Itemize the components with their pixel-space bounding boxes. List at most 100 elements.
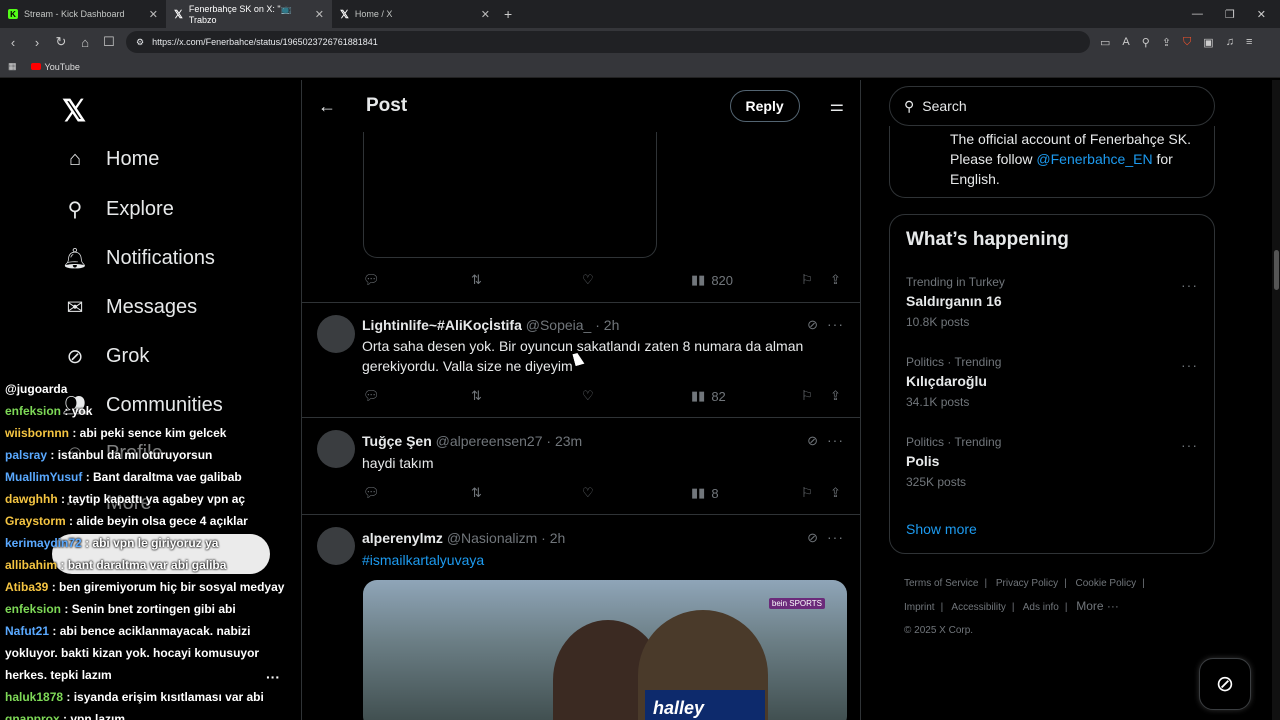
trend-item[interactable]: Politics · Trending Kılıçdaroğlu 34.1K p… — [906, 355, 1206, 409]
chat-username[interactable]: @jugoarda — [5, 382, 67, 396]
bio-link[interactable]: @Fenerbahce_EN — [1036, 151, 1152, 167]
more-icon[interactable]: ··· — [827, 316, 844, 332]
reload-icon[interactable]: ↻ — [54, 34, 68, 50]
repost-icon[interactable]: ⇅ — [471, 272, 482, 288]
menu-icon[interactable]: ≡ — [1246, 36, 1252, 49]
reply-icon[interactable]: 💬︎ — [363, 272, 380, 288]
chat-username[interactable]: Atiba39 — [5, 580, 48, 594]
forward-icon[interactable]: › — [30, 35, 44, 50]
url-field[interactable]: ⚙ https://x.com/Fenerbahce/status/196502… — [126, 31, 1090, 53]
minimize-icon[interactable]: — — [1192, 8, 1203, 21]
chat-username[interactable]: enfeksion — [5, 404, 61, 418]
reply-icon[interactable]: 💬︎ — [363, 485, 380, 501]
apps-grid-icon[interactable]: ▦ — [8, 61, 17, 72]
share-icon[interactable]: ⇪ — [830, 272, 841, 288]
chat-username[interactable]: dawghhh — [5, 492, 58, 506]
grok-icon[interactable]: ⊘ — [807, 317, 818, 333]
chat-username[interactable]: allibahim — [5, 558, 57, 572]
nav-messages[interactable]: ✉ Messages — [62, 295, 198, 320]
back-icon[interactable]: ‹ — [6, 35, 20, 50]
brave-shield-icon[interactable]: ⛉ — [1183, 36, 1191, 49]
chat-more-icon[interactable]: ··· — [266, 666, 280, 688]
repost-icon[interactable]: ⇅ — [471, 485, 482, 501]
chat-username[interactable]: haluk1878 — [5, 690, 63, 704]
nav-explore[interactable]: ⚲ Explore — [62, 197, 174, 222]
nav-home[interactable]: ⌂ Home — [62, 148, 159, 171]
like-icon[interactable]: ♡ — [582, 388, 594, 404]
footer-more[interactable]: More ··· — [1076, 599, 1119, 613]
bookmark-icon[interactable]: ⚐ — [801, 485, 813, 501]
views-stat[interactable]: ▮▮ 8 — [691, 485, 719, 501]
footer-link[interactable]: Ads info — [1023, 602, 1059, 613]
home-icon[interactable]: ⌂ — [78, 35, 92, 50]
back-arrow-icon[interactable]: ← — [318, 96, 336, 117]
avatar[interactable] — [317, 315, 355, 353]
trend-item[interactable]: Trending in Turkey Saldırganın 16 10.8K … — [906, 275, 1206, 329]
share-icon[interactable]: ⇪ — [830, 485, 841, 501]
chat-username[interactable]: palsray — [5, 448, 47, 462]
reply-icon[interactable]: 💬︎ — [363, 388, 380, 404]
nav-notifications[interactable]: 🔔︎ Notifications — [62, 246, 215, 271]
views-stat[interactable]: ▮▮ 820 — [691, 272, 733, 288]
close-icon[interactable]: ✕ — [315, 8, 324, 21]
share-icon[interactable]: ⇪ — [830, 388, 841, 404]
sidebar-icon[interactable]: ▣ — [1203, 36, 1213, 49]
chat-username[interactable]: MuallimYusuf — [5, 470, 82, 484]
chat-username[interactable]: kerimaydin72 — [5, 536, 82, 550]
nav-grok[interactable]: ⊘ Grok — [62, 344, 150, 369]
share-icon[interactable]: ⇪ — [1162, 36, 1171, 49]
grok-icon[interactable]: ⊘ — [807, 433, 818, 449]
close-icon[interactable]: ✕ — [149, 8, 158, 21]
scrollbar-thumb[interactable] — [1274, 250, 1279, 290]
translate-icon[interactable]: A — [1122, 36, 1129, 49]
grok-floating-button[interactable]: ⊘ — [1199, 658, 1251, 710]
x-logo-icon[interactable]: 𝕏 — [62, 94, 86, 129]
chat-username[interactable]: wiisbornnn — [5, 426, 69, 440]
show-more-link[interactable]: Show more — [906, 521, 977, 537]
close-window-icon[interactable]: ✕ — [1257, 8, 1266, 21]
more-icon[interactable]: ··· — [1181, 437, 1198, 453]
chat-username[interactable]: enfeksion — [5, 602, 61, 616]
new-tab-icon[interactable]: + — [504, 6, 512, 22]
bookmark-youtube[interactable]: YouTube — [30, 62, 80, 72]
zoom-icon[interactable]: ⚲ — [1142, 36, 1150, 49]
tab-kick-dashboard[interactable]: K Stream - Kick Dashboard ✕ — [0, 0, 166, 28]
more-icon[interactable]: ··· — [827, 432, 844, 448]
hashtag-link[interactable]: #ismailkartalyuvaya — [362, 550, 832, 570]
reply-button[interactable]: Reply — [729, 90, 800, 122]
like-icon[interactable]: ♡ — [582, 272, 594, 288]
close-icon[interactable]: ✕ — [481, 8, 490, 21]
search-input[interactable]: ⚲ Search — [889, 86, 1215, 126]
restore-icon[interactable]: ❐ — [1225, 8, 1235, 21]
post-media[interactable] — [363, 132, 657, 258]
bookmark-icon[interactable]: ⚐ — [801, 388, 813, 404]
more-icon[interactable]: ··· — [827, 529, 844, 545]
more-icon[interactable]: ··· — [1181, 277, 1198, 293]
tweet-video[interactable]: halley bein SPORTS — [363, 580, 847, 720]
repost-icon[interactable]: ⇅ — [471, 388, 482, 404]
footer-link[interactable]: Privacy Policy — [996, 578, 1058, 589]
views-stat[interactable]: ▮▮ 82 — [691, 388, 726, 404]
trend-item[interactable]: Politics · Trending Polis 325K posts ··· — [906, 435, 1206, 489]
chat-username[interactable]: Graystorm — [5, 514, 66, 528]
avatar[interactable] — [317, 527, 355, 565]
bookmark-icon[interactable]: ☐ — [102, 34, 116, 50]
media-icon[interactable]: ♫ — [1226, 36, 1234, 49]
footer-link[interactable]: Terms of Service — [904, 578, 978, 589]
like-icon[interactable]: ♡ — [582, 485, 594, 501]
filter-icon[interactable]: ⚌ — [830, 96, 844, 116]
chat-username[interactable]: Nafut21 — [5, 624, 49, 638]
footer-link[interactable]: Accessibility — [951, 602, 1005, 613]
more-icon[interactable]: ··· — [1181, 357, 1198, 373]
avatar[interactable] — [317, 430, 355, 468]
bookmark-icon[interactable]: ⚐ — [801, 272, 813, 288]
chat-username[interactable]: gnapprox — [5, 712, 60, 720]
footer-link[interactable]: Cookie Policy — [1076, 578, 1137, 589]
tab-fenerbahce-post[interactable]: 𝕏 Fenerbahçe SK on X: "📺 Trabzo ✕ — [166, 0, 332, 28]
footer-link[interactable]: Imprint — [904, 602, 935, 613]
scrollbar[interactable] — [1272, 80, 1280, 720]
grok-icon[interactable]: ⊘ — [807, 530, 818, 546]
cast-icon[interactable]: ▭ — [1100, 36, 1110, 49]
site-info-icon[interactable]: ⚙ — [136, 37, 144, 48]
tab-home-x[interactable]: 𝕏 Home / X ✕ — [332, 0, 498, 28]
